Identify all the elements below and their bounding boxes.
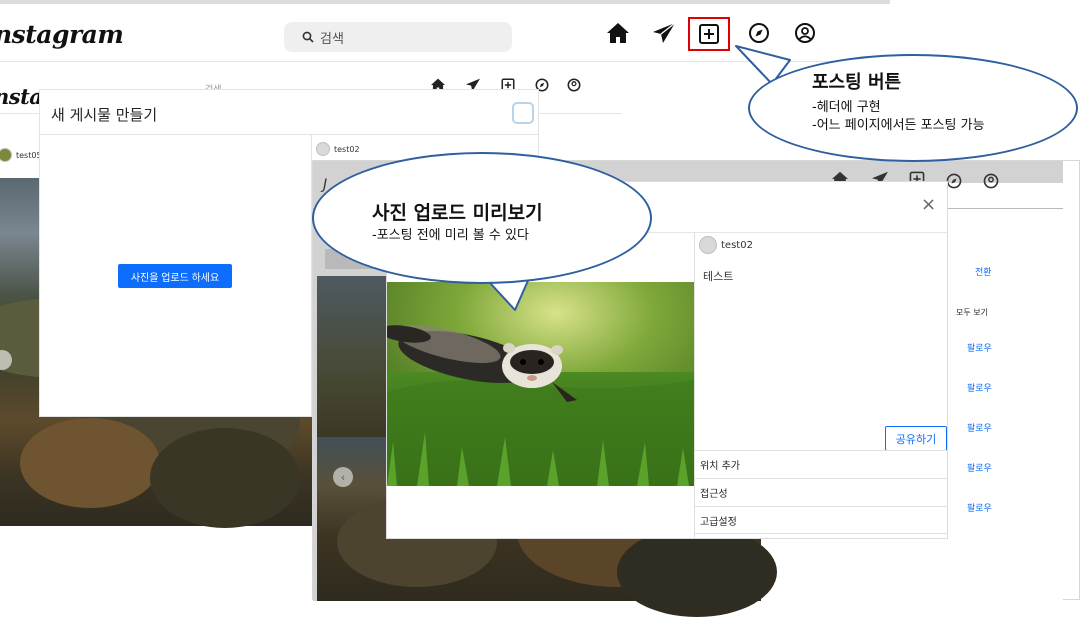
photo-preview-callout: 사진 업로드 미리보기 -포스팅 전에 미리 볼 수 있다	[312, 152, 652, 284]
posting-button-callout: 포스팅 버튼 -헤더에 구현 -어느 페이지에서든 포스팅 가능	[748, 54, 1078, 162]
callout-text: -어느 페이지에서든 포스팅 가능	[812, 118, 985, 133]
callout-title: 사진 업로드 미리보기	[372, 202, 543, 224]
callout-text: -헤더에 구현	[812, 100, 881, 115]
callout-text: -포스팅 전에 미리 볼 수 있다	[372, 228, 529, 243]
callout-title: 포스팅 버튼	[812, 72, 902, 93]
